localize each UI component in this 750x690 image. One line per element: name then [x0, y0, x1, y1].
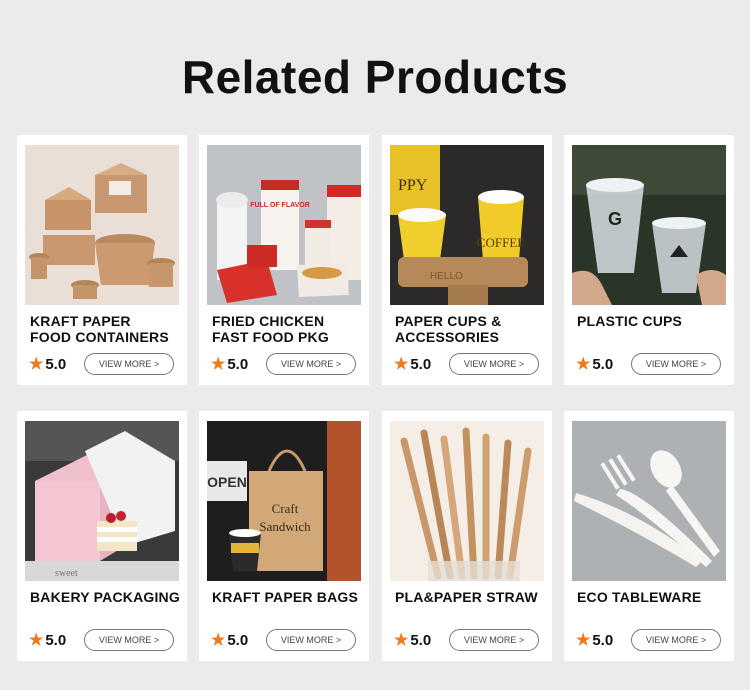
product-name-line: FAST FOOD PKG [212, 329, 329, 345]
view-more-button[interactable]: VIEW MORE > [84, 629, 174, 651]
rating-value: 5.0 [592, 631, 614, 649]
product-name-line: PLASTIC CUPS [577, 313, 683, 329]
star-icon: ★ [211, 356, 226, 373]
product-name: KRAFT PAPER BAGS [212, 589, 362, 605]
cup-top-text: PPY [398, 177, 428, 194]
product-image[interactable] [390, 421, 544, 581]
window-sign: OPEN [207, 474, 247, 490]
page-title: Related Products [181, 51, 569, 103]
product-card[interactable]: PLA&PAPER STRAW ★ 5.0 VIEW MORE > [382, 411, 552, 661]
star-icon: ★ [394, 632, 409, 649]
product-image[interactable]: OPEN Craft Sandwich [207, 421, 361, 581]
product-name-line: FRIED CHICKEN [212, 313, 325, 329]
rating-value: 5.0 [410, 631, 432, 649]
product-card[interactable]: ECO TABLEWARE ★ 5.0 VIEW MORE > [564, 411, 734, 661]
rating-value: 5.0 [45, 355, 67, 373]
star-icon: ★ [29, 356, 44, 373]
product-name-line: KRAFT PAPER BAGS [212, 589, 359, 605]
rating: ★ 5.0 [576, 630, 613, 650]
bag-text-2: Sandwich [259, 519, 311, 534]
box-text: FULL OF FLAVOR [250, 202, 310, 209]
rating: ★ 5.0 [29, 354, 66, 374]
product-name: KRAFT PAPER FOOD CONTAINERS [30, 313, 180, 345]
product-name: FRIED CHICKEN FAST FOOD PKG [212, 313, 362, 345]
rating: ★ 5.0 [394, 354, 431, 374]
sleeve-text: sweet [55, 568, 78, 579]
bag-text-1: Craft [272, 501, 299, 516]
product-name: PLASTIC CUPS [577, 313, 727, 329]
product-name: PAPER CUPS & ACCESSORIES [395, 313, 545, 345]
product-name-line: KRAFT PAPER [30, 313, 131, 329]
product-card[interactable]: OPEN Craft Sandwich KRAFT PAPER BAGS ★ 5… [199, 411, 369, 661]
product-image[interactable] [572, 421, 726, 581]
product-card[interactable]: FULL OF FLAVOR FRIED CHICKEN FAST FOOD P… [199, 135, 369, 385]
rating: ★ 5.0 [29, 630, 66, 650]
view-more-button[interactable]: VIEW MORE > [449, 353, 539, 375]
product-name: BAKERY PACKAGING [30, 589, 180, 605]
view-more-button[interactable]: VIEW MORE > [449, 629, 539, 651]
star-icon: ★ [394, 356, 409, 373]
star-icon: ★ [211, 632, 226, 649]
product-image[interactable]: FULL OF FLAVOR [207, 145, 361, 305]
cup-logo: G [608, 209, 622, 229]
rating-value: 5.0 [592, 355, 614, 373]
star-icon: ★ [29, 632, 44, 649]
product-name-line: FOOD CONTAINERS [30, 329, 169, 345]
product-card[interactable]: G PLASTIC CUPS ★ 5.0 VIEW MORE > [564, 135, 734, 385]
product-image[interactable]: PPY COFFEE HELLO [390, 145, 544, 305]
rating: ★ 5.0 [211, 354, 248, 374]
product-name: PLA&PAPER STRAW [395, 589, 545, 605]
product-card[interactable]: PPY COFFEE HELLO PAPER CUPS & ACCESSORIE… [382, 135, 552, 385]
rating-value: 5.0 [45, 631, 67, 649]
rating-value: 5.0 [227, 631, 249, 649]
rating-value: 5.0 [410, 355, 432, 373]
product-name: ECO TABLEWARE [577, 589, 727, 605]
product-image[interactable]: G [572, 145, 726, 305]
star-icon: ★ [576, 632, 591, 649]
product-name-line: ACCESSORIES [395, 329, 500, 345]
product-name-line: ECO TABLEWARE [577, 589, 702, 605]
rating: ★ 5.0 [394, 630, 431, 650]
rating-value: 5.0 [227, 355, 249, 373]
sleeve-text: HELLO [430, 271, 463, 282]
view-more-button[interactable]: VIEW MORE > [631, 629, 721, 651]
view-more-button[interactable]: VIEW MORE > [84, 353, 174, 375]
product-card[interactable]: sweet BAKERY PACKAGING ★ 5.0 VIEW MORE > [17, 411, 187, 661]
view-more-button[interactable]: VIEW MORE > [266, 629, 356, 651]
product-image[interactable] [25, 145, 179, 305]
product-name-line: PAPER CUPS & [395, 313, 502, 329]
product-card[interactable]: KRAFT PAPER FOOD CONTAINERS ★ 5.0 VIEW M… [17, 135, 187, 385]
cup-text: COFFEE [477, 235, 525, 250]
rating: ★ 5.0 [576, 354, 613, 374]
star-icon: ★ [576, 356, 591, 373]
product-image[interactable]: sweet [25, 421, 179, 581]
product-name-line: BAKERY PACKAGING [30, 589, 180, 605]
view-more-button[interactable]: VIEW MORE > [631, 353, 721, 375]
product-name-line: PLA&PAPER STRAW [395, 589, 538, 605]
view-more-button[interactable]: VIEW MORE > [266, 353, 356, 375]
rating: ★ 5.0 [211, 630, 248, 650]
